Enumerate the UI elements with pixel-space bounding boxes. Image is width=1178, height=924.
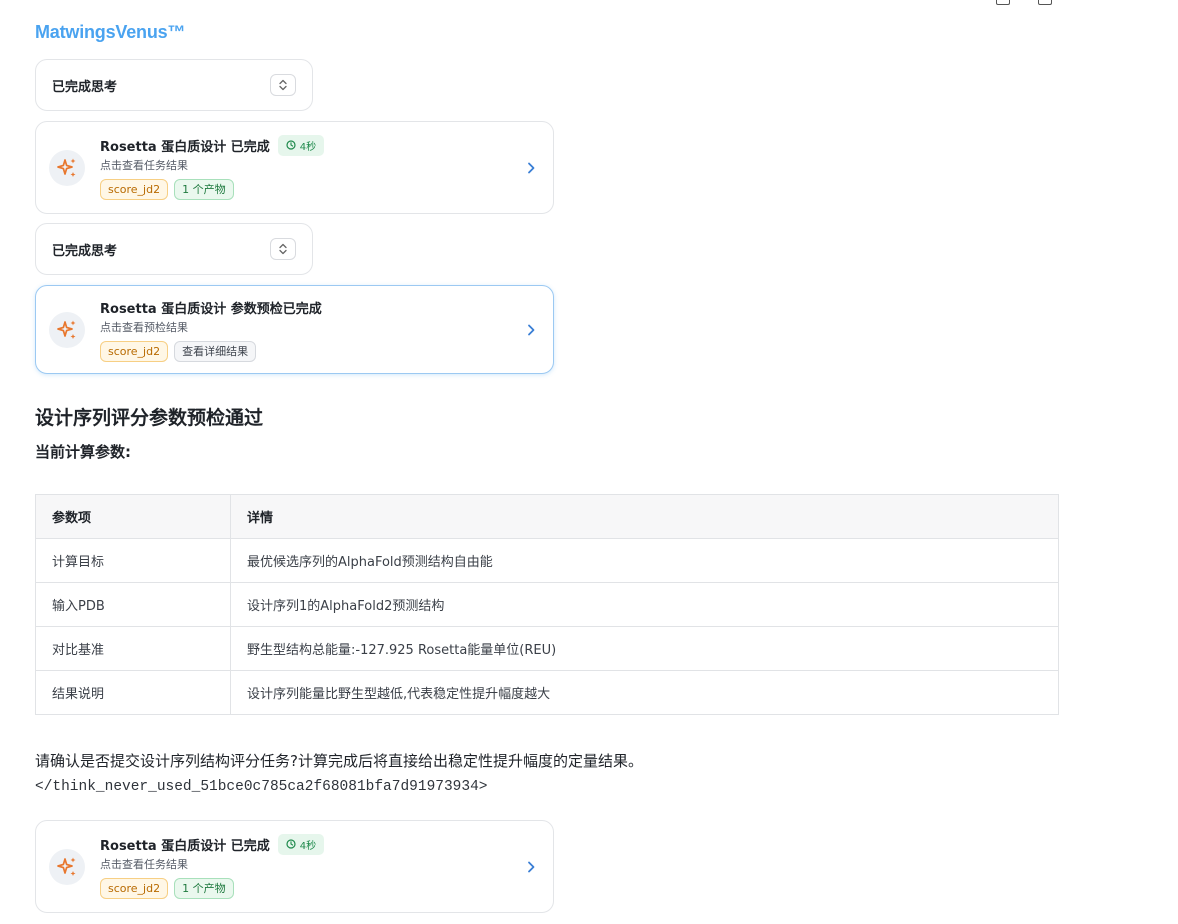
thinking-panel[interactable]: 已完成思考 — [35, 59, 313, 111]
copy-icon[interactable] — [996, 0, 1010, 5]
param-name-cell: 输入PDB — [35, 582, 231, 627]
expand-chevrons-icon — [279, 79, 287, 91]
script-tag: score_jd2 — [100, 179, 169, 200]
chevron-right-icon[interactable] — [523, 160, 539, 176]
precheck-result-card[interactable]: Rosetta 蛋白质设计 参数预检已完成 点击查看预检结果 score_jd2… — [35, 285, 554, 374]
report-heading: 设计序列评分参数预检通过 — [35, 407, 264, 429]
artifact-count-tag: 1 个产物 — [174, 179, 234, 200]
duration-badge: 4秒 — [277, 833, 325, 855]
param-detail-cell: 野生型结构总能量:-127.925 Rosetta能量单位(REU) — [230, 626, 1059, 671]
share-icon[interactable] — [1038, 0, 1052, 5]
table-row: 结果说明 设计序列能量比野生型越低,代表稳定性提升幅度越大 — [35, 670, 1059, 715]
thinking-panel[interactable]: 已完成思考 — [35, 223, 313, 275]
sparkle-icon — [49, 149, 85, 186]
table-row: 对比基准 野生型结构总能量:-127.925 Rosetta能量单位(REU) — [35, 626, 1059, 671]
param-detail-cell: 设计序列1的AlphaFold2预测结构 — [230, 582, 1059, 627]
column-header: 详情 — [230, 494, 1059, 539]
parameter-table: 参数项 详情 计算目标 最优候选序列的AlphaFold预测结构自由能 输入PD… — [35, 494, 1059, 715]
expand-chevrons-icon — [279, 243, 287, 255]
report-subheading: 当前计算参数: — [35, 443, 131, 461]
artifact-count-tag: 1 个产物 — [174, 878, 234, 899]
table-header-row: 参数项 详情 — [35, 494, 1059, 539]
raw-think-tag: </think_never_used_51bce0c785ca2f68081bf… — [35, 779, 488, 795]
confirm-message: 请确认是否提交设计序列结构评分任务?计算完成后将直接给出稳定性提升幅度的定量结果… — [35, 752, 643, 770]
param-name-cell: 对比基准 — [35, 626, 231, 671]
card-title: Rosetta 蛋白质设计 已完成 — [100, 838, 270, 854]
chevron-right-icon[interactable] — [523, 322, 539, 338]
duration-badge: 4秒 — [277, 134, 325, 156]
card-subtitle: 点击查看任务结果 — [100, 858, 188, 871]
expand-toggle-button[interactable] — [270, 238, 296, 260]
sparkle-icon — [49, 311, 85, 348]
top-toolbar — [996, 0, 1052, 5]
view-details-tag[interactable]: 查看详细结果 — [174, 341, 257, 362]
thinking-label: 已完成思考 — [52, 79, 118, 95]
thinking-label: 已完成思考 — [52, 243, 118, 259]
param-name-cell: 计算目标 — [35, 538, 231, 583]
script-tag: score_jd2 — [100, 341, 169, 362]
script-tag: score_jd2 — [100, 878, 169, 899]
duration-text: 4秒 — [299, 141, 317, 153]
card-title: Rosetta 蛋白质设计 已完成 — [100, 139, 270, 155]
task-result-card[interactable]: Rosetta 蛋白质设计 已完成 4秒 点击查看任务结果 score_jd2 … — [35, 820, 554, 913]
param-detail-cell: 最优候选序列的AlphaFold预测结构自由能 — [230, 538, 1059, 583]
table-row: 输入PDB 设计序列1的AlphaFold2预测结构 — [35, 582, 1059, 627]
clock-icon — [286, 839, 296, 849]
sparkle-icon — [49, 848, 85, 885]
card-title: Rosetta 蛋白质设计 参数预检已完成 — [100, 301, 322, 317]
duration-text: 4秒 — [299, 840, 317, 852]
task-result-card[interactable]: Rosetta 蛋白质设计 已完成 4秒 点击查看任务结果 score_jd2 … — [35, 121, 554, 214]
table-row: 计算目标 最优候选序列的AlphaFold预测结构自由能 — [35, 538, 1059, 583]
card-subtitle: 点击查看任务结果 — [100, 159, 188, 172]
brand-name: MatwingsVenus™ — [35, 22, 186, 42]
card-subtitle: 点击查看预检结果 — [100, 321, 188, 334]
expand-toggle-button[interactable] — [270, 74, 296, 96]
column-header: 参数项 — [35, 494, 231, 539]
clock-icon — [286, 140, 296, 150]
chevron-right-icon[interactable] — [523, 859, 539, 875]
param-name-cell: 结果说明 — [35, 670, 231, 715]
param-detail-cell: 设计序列能量比野生型越低,代表稳定性提升幅度越大 — [230, 670, 1059, 715]
